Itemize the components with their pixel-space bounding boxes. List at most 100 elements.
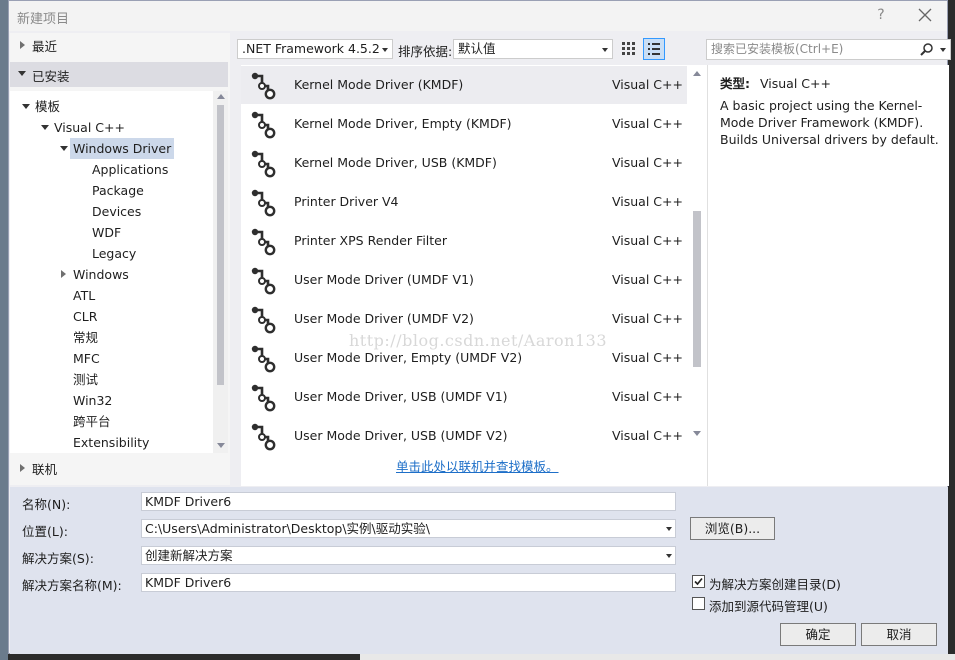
location-field[interactable]: C:\Users\Administrator\Desktop\实例\驱动实验\ (141, 519, 676, 538)
scroll-down-icon[interactable] (693, 431, 701, 436)
project-form: 名称(N): KMDF Driver6 位置(L): C:\Users\Admi… (10, 487, 948, 654)
chevron-down-icon[interactable] (666, 554, 672, 558)
chevron-down-icon (602, 48, 608, 52)
new-project-dialog: 新建项目 ? 最近 已安装 模板 Visual C++ Windows Driv… (8, 0, 951, 654)
solution-label: 解决方案(S): (22, 551, 94, 566)
template-language: Visual C++ (612, 116, 683, 131)
online-templates-link[interactable]: 单击此处以联机并查找模板。 (396, 456, 559, 475)
name-field[interactable]: KMDF Driver6 (141, 492, 676, 511)
tree-node-label: 模板 (35, 99, 61, 114)
framework-dropdown[interactable]: .NET Framework 4.5.2 (237, 39, 393, 59)
tree-node-label: 已安装 (32, 69, 70, 84)
template-row[interactable]: Printer Driver V4 Visual C++ (241, 183, 687, 221)
collapse-icon[interactable] (60, 146, 68, 151)
tree-node-test[interactable]: 测试 (73, 369, 98, 390)
tree-node-extensibility[interactable]: Extensibility (73, 432, 149, 453)
template-row[interactable]: User Mode Driver (UMDF V1) Visual C++ (241, 261, 687, 299)
grid-view-button[interactable] (621, 41, 637, 57)
location-label: 位置(L): (22, 524, 68, 539)
chevron-down-icon (382, 48, 388, 52)
create-dir-checkbox[interactable] (692, 575, 705, 588)
template-name: User Mode Driver, Empty (UMDF V2) (294, 350, 523, 365)
add-scc-checkbox[interactable] (692, 597, 705, 610)
expand-icon[interactable] (20, 464, 25, 472)
expand-icon[interactable] (20, 41, 25, 49)
chevron-down-icon[interactable] (940, 48, 946, 52)
template-list: Kernel Mode Driver (KMDF) Visual C++ Kerne… (241, 65, 707, 486)
help-button[interactable]: ? (873, 7, 889, 25)
location-value: C:\Users\Administrator\Desktop\实例\驱动实验\ (145, 521, 430, 536)
tree-node-wdf[interactable]: WDF (92, 222, 121, 243)
tree-node-clr[interactable]: CLR (73, 306, 97, 327)
driver-template-icon (251, 72, 279, 100)
tree-node-package[interactable]: Package (92, 180, 144, 201)
scroll-up-icon[interactable] (693, 71, 701, 76)
template-scroll-thumb[interactable] (693, 211, 701, 367)
collapse-icon[interactable] (22, 104, 30, 109)
ok-button[interactable]: 确定 (780, 623, 856, 646)
add-scc-label[interactable]: 添加到源代码管理(U) (709, 596, 828, 615)
type-value: Visual C++ (759, 76, 831, 91)
template-row[interactable]: Printer XPS Render Filter Visual C++ (241, 222, 687, 260)
tree-node-applications[interactable]: Applications (92, 159, 168, 180)
scroll-down-icon[interactable] (217, 443, 225, 448)
driver-template-icon (251, 228, 279, 256)
tree-node-online[interactable]: 联机 (10, 459, 228, 480)
template-name: User Mode Driver (UMDF V1) (294, 272, 474, 287)
tree-scrollbar[interactable] (213, 91, 228, 453)
tree-node-atl[interactable]: ATL (73, 285, 95, 306)
solution-name-field[interactable]: KMDF Driver6 (141, 573, 676, 592)
template-scrollbar[interactable] (689, 65, 705, 443)
dialog-title: 新建项目 (17, 12, 70, 27)
template-row[interactable]: Kernel Mode Driver, Empty (KMDF) Visual C… (241, 105, 687, 143)
template-language: Visual C++ (612, 428, 683, 443)
tree-node-legacy[interactable]: Legacy (92, 243, 136, 264)
template-row[interactable]: Kernel Mode Driver (KMDF) Visual C++ (241, 66, 687, 104)
close-icon (918, 8, 932, 22)
tree-node-mfc[interactable]: MFC (73, 348, 100, 369)
chevron-down-icon[interactable] (666, 527, 672, 531)
collapse-icon[interactable] (18, 71, 26, 76)
cancel-button[interactable]: 取消 (861, 623, 937, 646)
template-row[interactable]: User Mode Driver, USB (UMDF V2) Visual C+… (241, 417, 687, 455)
template-language: Visual C++ (612, 389, 683, 404)
sort-value: 默认值 (458, 41, 496, 56)
tree-scroll-thumb[interactable] (217, 105, 224, 385)
close-button[interactable] (915, 5, 935, 25)
driver-template-icon (251, 306, 279, 334)
template-name: User Mode Driver, USB (UMDF V1) (294, 389, 508, 404)
tree-node-label: Windows (73, 267, 129, 282)
template-language: Visual C++ (612, 194, 683, 209)
tree-node-win32[interactable]: Win32 (73, 390, 112, 411)
tree-node-installed[interactable]: 已安装 (10, 62, 228, 87)
checkmark-icon (694, 577, 703, 586)
watermark: http://blog.csdn.net/Aaron133 (349, 331, 608, 350)
list-view-button[interactable] (643, 38, 665, 60)
template-row[interactable]: Kernel Mode Driver, USB (KMDF) Visual C++ (241, 144, 687, 182)
template-name: Kernel Mode Driver, USB (KMDF) (294, 155, 497, 170)
expand-icon[interactable] (61, 270, 66, 278)
driver-template-icon (251, 423, 279, 451)
search-input[interactable]: 搜索已安装模板(Ctrl+E) (706, 39, 951, 60)
framework-value: .NET Framework 4.5.2 (242, 41, 380, 56)
template-row[interactable]: User Mode Driver, USB (UMDF V1) Visual C+… (241, 378, 687, 416)
create-dir-label[interactable]: 为解决方案创建目录(D) (709, 574, 841, 593)
solution-name-label: 解决方案名称(M): (22, 578, 122, 593)
browse-button[interactable]: 浏览(B)... (690, 517, 775, 540)
collapse-icon[interactable] (41, 125, 49, 130)
solution-dropdown[interactable]: 创建新解决方案 (141, 546, 676, 565)
driver-template-icon (251, 267, 279, 295)
background-window-bottom (360, 654, 955, 660)
scroll-up-icon[interactable] (217, 94, 225, 99)
tree-node-general[interactable]: 常规 (73, 327, 98, 348)
search-icon[interactable] (920, 42, 934, 56)
sort-dropdown[interactable]: 默认值 (453, 39, 613, 59)
template-tree-panel: 最近 已安装 模板 Visual C++ Windows Driver Appl… (10, 33, 230, 485)
driver-template-icon (251, 150, 279, 178)
driver-template-icon (251, 189, 279, 217)
tree-node-devices[interactable]: Devices (92, 201, 141, 222)
tree-node-cross-platform[interactable]: 跨平台 (73, 411, 111, 432)
list-view-icon (648, 43, 660, 55)
template-language: Visual C++ (612, 272, 683, 287)
tree-node-recent[interactable]: 最近 (10, 36, 228, 57)
